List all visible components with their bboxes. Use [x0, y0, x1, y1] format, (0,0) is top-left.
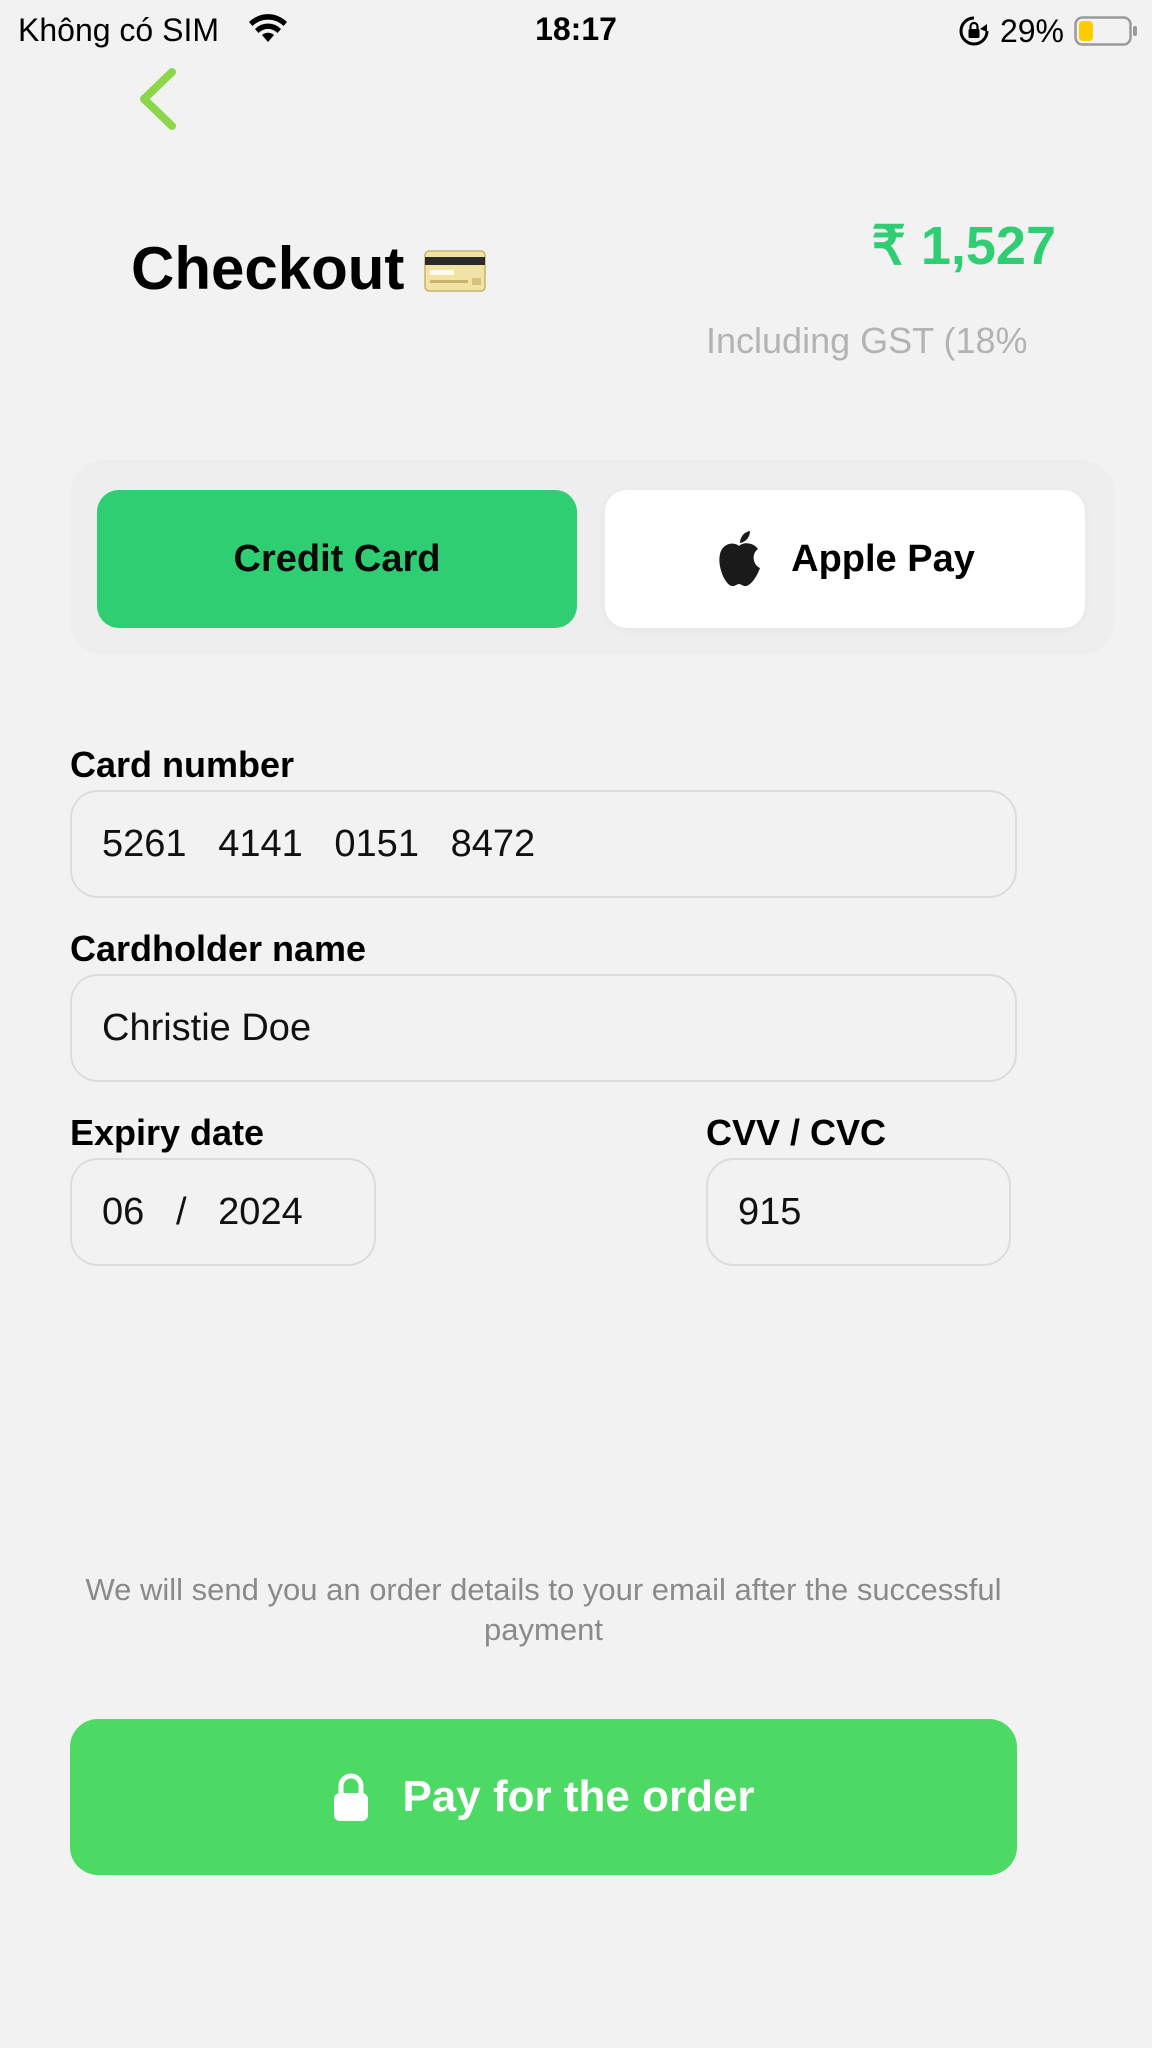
- credit-card-tab[interactable]: Credit Card: [97, 490, 577, 628]
- total-amount: ₹ 1,527: [871, 216, 1057, 276]
- status-right: 29%: [958, 12, 1138, 50]
- expiry-date-field[interactable]: 06 / 2024: [70, 1158, 376, 1266]
- rotation-lock-icon: [959, 16, 989, 46]
- apple-icon: [719, 531, 761, 587]
- credit-card-emoji-icon: [424, 250, 486, 292]
- back-button[interactable]: [130, 64, 190, 134]
- payment-method-selector: Credit Card Apple Pay: [70, 460, 1115, 655]
- tax-note: Including GST (18%: [706, 320, 1028, 361]
- pay-button[interactable]: Pay for the order: [70, 1719, 1017, 1875]
- card-number-field[interactable]: 5261 4141 0151 8472: [70, 790, 1017, 898]
- checkout-screen: Không có SIM 18:17 29% Checkout ₹ 1,527 …: [0, 0, 1152, 2048]
- padlock-icon: [334, 1773, 369, 1821]
- apple-pay-tab[interactable]: Apple Pay: [605, 490, 1085, 628]
- battery-icon: [1074, 16, 1137, 46]
- cvv-label: CVV / CVC: [706, 1112, 887, 1153]
- pay-button-label: Pay for the order: [402, 1772, 755, 1821]
- battery-percent: 29%: [999, 12, 1064, 49]
- apple-pay-tab-label: Apple Pay: [791, 537, 975, 580]
- cardholder-name-label: Cardholder name: [70, 928, 367, 969]
- card-number-label: Card number: [70, 744, 295, 785]
- cvv-field[interactable]: 915: [706, 1158, 1011, 1266]
- chevron-left-icon: [140, 68, 176, 130]
- email-notice: We will send you an order details to you…: [85, 1572, 1002, 1647]
- expiry-date-label: Expiry date: [70, 1112, 265, 1153]
- credit-card-tab-label: Credit Card: [233, 537, 441, 580]
- cardholder-name-field[interactable]: Christie Doe: [70, 974, 1017, 1082]
- page-title: Checkout: [131, 235, 405, 302]
- status-bar: Không có SIM 18:17 29%: [0, 0, 1152, 62]
